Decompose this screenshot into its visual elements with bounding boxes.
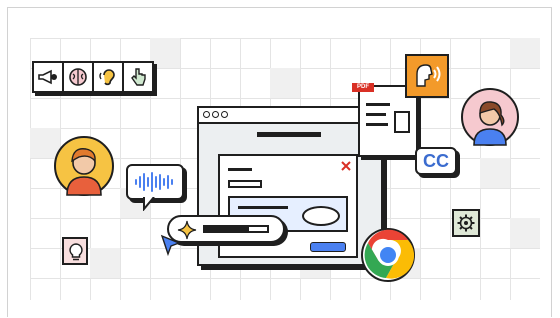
grid-cell: [510, 38, 540, 68]
ear-icon: [94, 63, 124, 91]
waveform-icon: [135, 172, 173, 192]
grid-cell: [150, 38, 180, 68]
hand-pointer-icon: [124, 63, 152, 91]
megaphone-icon: [34, 63, 64, 91]
grid-cell: [480, 158, 510, 188]
prompt-field[interactable]: [203, 225, 269, 233]
grid-cell: [270, 68, 300, 98]
dialog-input[interactable]: [228, 180, 262, 188]
gear-icon: [457, 214, 475, 232]
speaker-face-icon: [416, 64, 441, 87]
bubble-tail: [143, 197, 155, 211]
ai-prompt-chip[interactable]: [167, 215, 285, 243]
lightbulb-icon: [69, 243, 83, 261]
closed-captions-badge: CC: [415, 147, 457, 175]
content-line: [238, 206, 288, 209]
accessibility-icon-strip: [32, 61, 154, 93]
cursor-icon: [160, 234, 181, 257]
avatar-right: [461, 88, 519, 146]
hint-tile: [62, 237, 88, 265]
content-oval: [302, 206, 340, 226]
pdf-image-block: [394, 111, 410, 133]
grid-cell: [510, 218, 540, 248]
window-header-line: [257, 132, 321, 137]
close-icon[interactable]: [341, 161, 351, 171]
dialog-confirm-button[interactable]: [310, 242, 346, 252]
pdf-badge: PDF: [352, 83, 374, 92]
audio-waveform-bubble: [126, 164, 184, 200]
pdf-text-line: [366, 113, 386, 116]
window-dot: [221, 111, 228, 118]
window-dot: [203, 111, 210, 118]
dialog-text-line: [228, 168, 252, 171]
window-titlebar: [199, 108, 381, 124]
text-to-speech-badge: [405, 54, 449, 98]
grid-cell: [90, 248, 120, 278]
settings-button[interactable]: [452, 209, 480, 237]
pdf-text-line: [366, 123, 388, 126]
avatar-left: [54, 136, 114, 196]
pdf-text-line: [366, 103, 390, 106]
brain-icon: [64, 63, 94, 91]
chrome-logo-icon: [361, 228, 415, 282]
window-dot: [212, 111, 219, 118]
